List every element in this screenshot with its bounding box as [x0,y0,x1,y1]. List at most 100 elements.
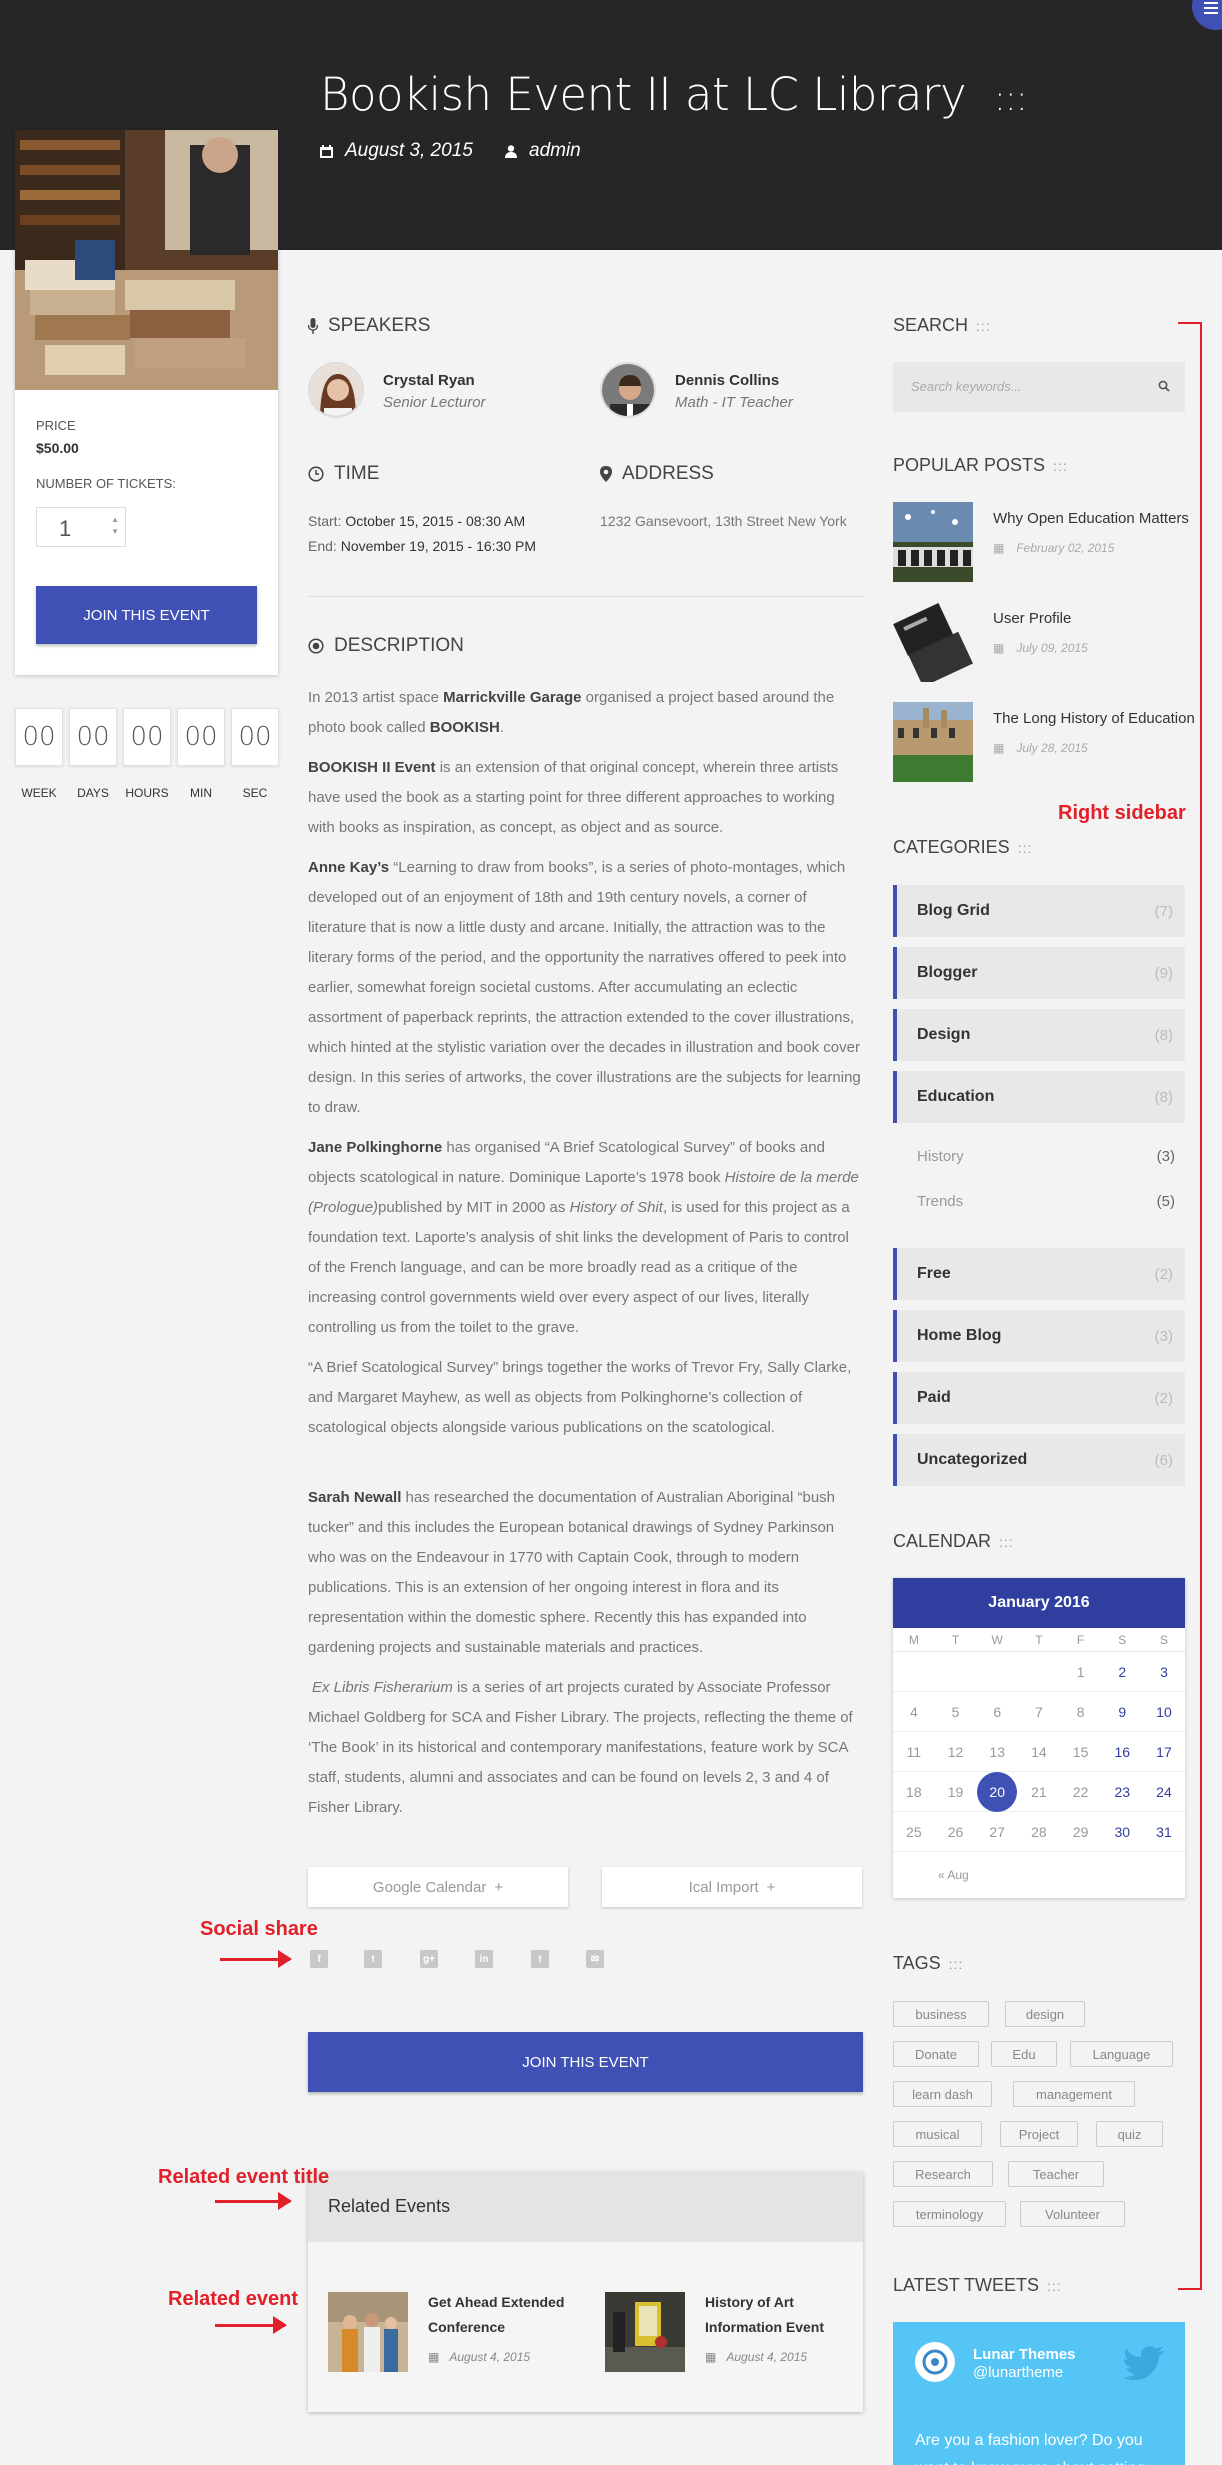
calendar-day[interactable]: 20 [976,1771,1018,1812]
twitter-icon[interactable]: t [364,1950,382,1968]
google-plus-icon[interactable]: g+ [420,1950,438,1968]
tickets-quantity-input[interactable]: 1 ▲ ▼ [36,507,126,547]
countdown-hours: 00 [123,708,171,766]
calendar-day[interactable]: 6 [976,1704,1018,1720]
ical-import-button[interactable]: Ical Import + [602,1867,862,1907]
tag[interactable]: Project [1000,2121,1078,2147]
speaker-name[interactable]: Crystal Ryan [383,372,475,389]
calendar-day[interactable]: 3 [1143,1664,1185,1680]
speaker-avatar[interactable] [308,362,364,418]
popular-post-title[interactable]: Why Open Education Matters [993,510,1189,527]
quantity-stepper-icon[interactable]: ▲ ▼ [111,514,119,538]
calendar-day[interactable]: 9 [1101,1704,1143,1720]
tag[interactable]: learn dash [893,2081,992,2107]
category-item[interactable]: Blogger (9) [893,947,1185,999]
category-item[interactable]: Paid (2) [893,1372,1185,1424]
calendar-week-row: 18 19 20 21 22 23 24 [893,1771,1185,1812]
popular-post-title[interactable]: The Long History of Education [993,710,1195,727]
calendar-weekday: W [991,1632,1003,1647]
join-event-button[interactable]: JOIN THIS EVENT [308,2032,863,2092]
calendar-day[interactable]: 19 [935,1784,977,1800]
category-item[interactable]: Blog Grid (7) [893,885,1185,937]
calendar-day[interactable]: 22 [1060,1784,1102,1800]
popular-post-thumbnail[interactable] [893,602,973,682]
calendar-day[interactable]: 27 [976,1824,1018,1840]
tag[interactable]: terminology [893,2201,1006,2227]
subcategory-item[interactable]: Trends (5) [917,1193,1175,1210]
description-paragraph: Sarah Newall has researched the document… [308,1489,835,1656]
related-event-title[interactable]: Get Ahead Extended Conference [428,2290,564,2340]
category-item[interactable]: Home Blog (3) [893,1310,1185,1362]
tag[interactable]: Research [893,2161,993,2187]
tag[interactable]: Teacher [1008,2161,1104,2187]
calendar-day[interactable]: 29 [1060,1824,1102,1840]
ticket-card: PRICE $50.00 NUMBER OF TICKETS: 1 ▲ ▼ JOI… [15,130,278,675]
calendar-day[interactable]: 1 [1060,1664,1102,1680]
google-calendar-button[interactable]: Google Calendar + [308,1867,568,1907]
tag[interactable]: management [1013,2081,1135,2107]
tag[interactable]: quiz [1096,2121,1163,2147]
tag[interactable]: design [1005,2001,1085,2027]
join-event-button-top[interactable]: JOIN THIS EVENT [36,586,257,644]
category-item[interactable]: Education (8) [893,1071,1185,1123]
calendar-day[interactable]: 7 [1018,1704,1060,1720]
tweet-name[interactable]: Lunar Themes [973,2346,1076,2363]
popular-post-thumbnail[interactable] [893,702,973,782]
category-item[interactable]: Design (8) [893,1009,1185,1061]
calendar-prev-link[interactable]: « Aug [938,1868,969,1882]
description-paragraph: Ex Libris Fisherarium is a series of art… [308,1679,853,1816]
tag[interactable]: Edu [991,2041,1057,2067]
speaker-avatar[interactable] [600,362,656,418]
subcategory-item[interactable]: History (3) [917,1148,1175,1165]
calendar-day[interactable]: 30 [1101,1824,1143,1840]
price-label: PRICE [36,418,76,433]
calendar-day[interactable]: 13 [976,1744,1018,1760]
calendar-day[interactable]: 18 [893,1784,935,1800]
category-item[interactable]: Uncategorized (6) [893,1434,1185,1486]
popular-post-thumbnail[interactable] [893,502,973,582]
category-item[interactable]: Free (2) [893,1248,1185,1300]
tweet-card[interactable]: Lunar Themes @lunartheme Are you a fashi… [893,2322,1185,2465]
related-event-image[interactable] [605,2292,685,2372]
linkedin-icon[interactable]: in [475,1950,493,1968]
calendar-day[interactable]: 2 [1101,1664,1143,1680]
related-event-image[interactable] [328,2292,408,2372]
calendar-day[interactable]: 10 [1143,1704,1185,1720]
tag[interactable]: Language [1070,2041,1173,2067]
related-event-title[interactable]: History of Art Information Event [705,2290,824,2340]
calendar-day[interactable]: 25 [893,1824,935,1840]
email-icon[interactable]: ✉ [586,1950,604,1968]
tag[interactable]: Volunteer [1020,2201,1125,2227]
popular-post-title[interactable]: User Profile [993,610,1071,627]
tumblr-icon[interactable]: t [531,1950,549,1968]
calendar-day[interactable]: 24 [1143,1784,1185,1800]
calendar-day[interactable]: 15 [1060,1744,1102,1760]
facebook-icon[interactable]: f [310,1950,328,1968]
tweet-handle[interactable]: @lunartheme [973,2364,1063,2381]
calendar-day[interactable]: 23 [1101,1784,1143,1800]
calendar-day[interactable]: 12 [935,1744,977,1760]
event-author[interactable]: admin [505,140,581,162]
calendar-weekday-row: MTWTFSS [893,1628,1185,1652]
calendar-day[interactable]: 28 [1018,1824,1060,1840]
tag[interactable]: musical [893,2121,982,2147]
time-heading: TIME [308,463,379,485]
calendar-day[interactable]: 26 [935,1824,977,1840]
calendar-day[interactable]: 16 [1101,1744,1143,1760]
annotation-arrow [215,2316,287,2334]
calendar-day[interactable]: 4 [893,1704,935,1720]
calendar-day[interactable]: 17 [1143,1744,1185,1760]
calendar-day[interactable]: 11 [893,1744,935,1760]
search-input[interactable]: Search keywords... [893,362,1185,412]
tag[interactable]: Donate [893,2041,979,2067]
calendar-day[interactable]: 31 [1143,1824,1185,1840]
calendar-day[interactable]: 14 [1018,1744,1060,1760]
tag[interactable]: business [893,2001,989,2027]
annotation-related-title: Related event title [158,2166,330,2188]
calendar-day[interactable]: 8 [1060,1704,1102,1720]
calendar-day[interactable]: 5 [935,1704,977,1720]
calendar-day[interactable]: 21 [1018,1784,1060,1800]
speaker-name[interactable]: Dennis Collins [675,372,779,389]
search-icon[interactable] [1158,379,1170,397]
calendar-week-row: 25 26 27 28 29 30 31 [893,1812,1185,1852]
